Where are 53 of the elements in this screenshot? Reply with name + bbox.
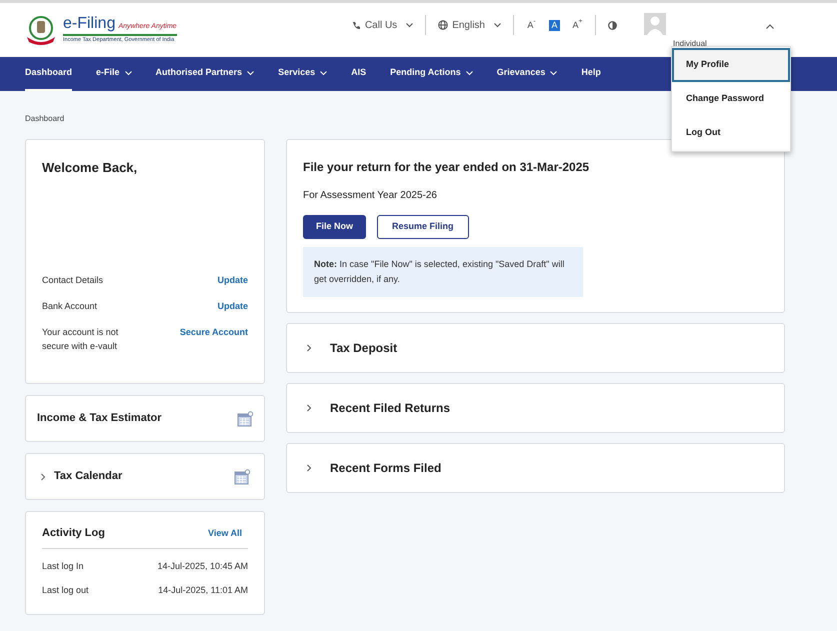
- view-all-link[interactable]: View All: [208, 526, 242, 540]
- user-role: Individual: [673, 38, 707, 50]
- account-label: Bank Account: [42, 300, 98, 313]
- resume-filing-button[interactable]: Resume Filing: [377, 215, 469, 239]
- logo-title: e-Filing: [63, 16, 116, 32]
- nav-tab[interactable]: Authorised Partners: [156, 57, 254, 91]
- account-link[interactable]: Secure Account: [180, 325, 248, 339]
- globe-icon: [438, 20, 448, 30]
- user-menu-item[interactable]: Log Out: [672, 116, 790, 150]
- log-label: Last log out: [42, 584, 89, 597]
- caret-icon: [494, 22, 501, 28]
- account-link[interactable]: Update: [217, 299, 248, 313]
- card-title: File your return for the year ended on 31-Mar-2025: [303, 159, 590, 176]
- log-time: 14-Jul-2025, 10:45 AM: [157, 560, 248, 572]
- accordion-panel[interactable]: Tax Deposit: [286, 323, 785, 373]
- log-time: 14-Jul-2025, 11:01 AM: [158, 584, 248, 597]
- accordion-title: Recent Filed Returns: [330, 400, 450, 417]
- emblem-icon: [25, 15, 57, 45]
- call-us-button[interactable]: Call Us: [352, 18, 414, 32]
- user-menu-item[interactable]: My Profile: [672, 48, 790, 82]
- nav-tab[interactable]: AIS: [351, 57, 366, 91]
- assessment-year: For Assessment Year 2025-26: [303, 189, 438, 203]
- nav-tab[interactable]: Help: [581, 57, 601, 91]
- accordion-title: Recent Forms Filed: [330, 460, 442, 477]
- note-text: Note: In case "File Now" is selected, existing "Saved Draft" will get overridden, if any.: [303, 247, 583, 297]
- accordion-panel[interactable]: Recent Filed Returns: [286, 383, 785, 433]
- nav-tab[interactable]: Grievances: [496, 57, 558, 91]
- font-size-button[interactable]: A: [549, 20, 560, 30]
- card-title: Tax Calendar: [54, 469, 122, 484]
- file-now-button[interactable]: File Now: [303, 215, 366, 239]
- nav-tab[interactable]: Services: [278, 57, 328, 91]
- card-title: Activity Log: [42, 526, 105, 541]
- accordion-title: Tax Deposit: [330, 340, 398, 357]
- font-size-button[interactable]: A$^{-}$: [526, 20, 537, 30]
- caret-icon: [406, 22, 414, 28]
- account-label: Contact Details: [42, 274, 104, 287]
- accordion-panel[interactable]: Recent Forms Filed: [286, 443, 785, 493]
- breadcrumb: Dashboard: [25, 114, 64, 123]
- user-menu-item[interactable]: Change Password: [672, 82, 790, 116]
- phone-icon: [352, 20, 361, 30]
- nav-tab[interactable]: e-File: [96, 57, 132, 91]
- language-button[interactable]: English: [438, 18, 501, 32]
- nav-tab[interactable]: Dashboard: [25, 57, 72, 91]
- log-label: Last log In: [42, 560, 84, 573]
- card-title: Income & Tax Estimator: [37, 411, 162, 426]
- account-link[interactable]: Update: [217, 273, 248, 287]
- account-label: Your account is not secure with e-vault: [42, 326, 120, 353]
- nav-tab[interactable]: Pending Actions: [390, 57, 473, 91]
- contrast-icon: [608, 20, 617, 30]
- welcome-title: Welcome Back,: [42, 159, 138, 177]
- calendar-icon: [234, 468, 250, 484]
- avatar-icon: [644, 13, 666, 35]
- font-size-button[interactable]: A$^{+}$: [572, 20, 583, 30]
